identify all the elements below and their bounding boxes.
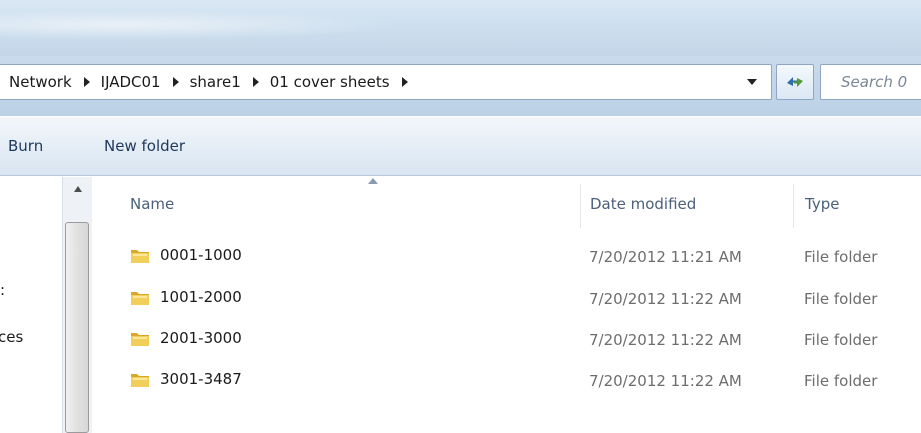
file-name: 2001-3000 — [160, 329, 242, 347]
file-name-cell: 0001-1000 — [130, 246, 242, 264]
column-header-date-label: Date modified — [590, 194, 697, 213]
file-type: File folder — [804, 290, 878, 308]
file-type: File folder — [804, 331, 878, 349]
file-date-modified: 7/20/2012 11:22 AM — [589, 331, 742, 349]
column-header-type[interactable]: Type — [805, 177, 921, 230]
window-titlebar — [0, 0, 921, 56]
file-row[interactable]: 2001-3000 7/20/2012 11:22 AM File folder — [92, 324, 921, 355]
breadcrumb-arrow-icon[interactable] — [252, 77, 259, 87]
breadcrumb-arrow-icon[interactable] — [172, 77, 179, 87]
scroll-thumb[interactable] — [65, 222, 89, 433]
scroll-up-button[interactable] — [63, 177, 92, 201]
address-history-dropdown[interactable] — [733, 65, 771, 99]
new-folder-button[interactable]: New folder — [104, 137, 185, 155]
file-name-cell: 3001-3487 — [130, 370, 242, 388]
file-type: File folder — [804, 248, 878, 266]
refresh-button[interactable] — [776, 64, 814, 100]
column-header-date-modified[interactable]: Date modified — [590, 177, 790, 230]
file-row[interactable]: 3001-3487 7/20/2012 11:22 AM File folder — [92, 365, 921, 396]
chevron-down-icon — [747, 79, 757, 85]
file-name-cell: 1001-2000 — [130, 288, 242, 306]
refresh-icon — [787, 77, 803, 87]
breadcrumb: Network IJADC01 share1 01 cover sheets — [0, 73, 419, 91]
breadcrumb-arrow-icon[interactable] — [401, 77, 408, 87]
breadcrumb-server[interactable]: IJADC01 — [101, 73, 161, 91]
file-name: 1001-2000 — [160, 288, 242, 306]
search-input[interactable]: Search 0 — [820, 64, 921, 100]
column-header-name[interactable]: Name — [130, 177, 580, 230]
address-row: Network IJADC01 share1 01 cover sheets S… — [0, 56, 921, 116]
breadcrumb-network[interactable]: Network — [9, 73, 72, 91]
file-name-cell: 2001-3000 — [130, 329, 242, 347]
folder-icon — [131, 249, 149, 263]
file-date-modified: 7/20/2012 11:21 AM — [589, 248, 742, 266]
nav-scrollbar[interactable] — [62, 177, 92, 433]
column-divider[interactable] — [580, 184, 581, 228]
file-name: 0001-1000 — [160, 246, 242, 264]
file-date-modified: 7/20/2012 11:22 AM — [589, 290, 742, 308]
folder-icon — [131, 291, 149, 305]
folder-icon — [131, 332, 149, 346]
column-header-name-label: Name — [130, 194, 175, 213]
command-bar: Burn New folder — [0, 116, 921, 176]
file-date-modified: 7/20/2012 11:22 AM — [589, 372, 742, 390]
breadcrumb-arrow-icon[interactable] — [83, 77, 90, 87]
column-divider[interactable] — [793, 184, 794, 228]
file-row[interactable]: 0001-1000 7/20/2012 11:21 AM File folder — [92, 241, 921, 272]
folder-icon — [131, 373, 149, 387]
nav-item-partial[interactable]: ces — [0, 328, 23, 346]
file-row[interactable]: 1001-2000 7/20/2012 11:22 AM File folder — [92, 283, 921, 314]
burn-button[interactable]: Burn — [8, 137, 43, 155]
file-name: 3001-3487 — [160, 370, 242, 388]
nav-item-partial[interactable]: : — [0, 281, 5, 299]
column-header-type-label: Type — [805, 194, 840, 213]
file-type: File folder — [804, 372, 878, 390]
scroll-up-icon — [73, 186, 82, 192]
breadcrumb-share[interactable]: share1 — [190, 73, 241, 91]
address-bar[interactable]: Network IJADC01 share1 01 cover sheets — [0, 64, 772, 100]
breadcrumb-folder[interactable]: 01 cover sheets — [270, 73, 390, 91]
